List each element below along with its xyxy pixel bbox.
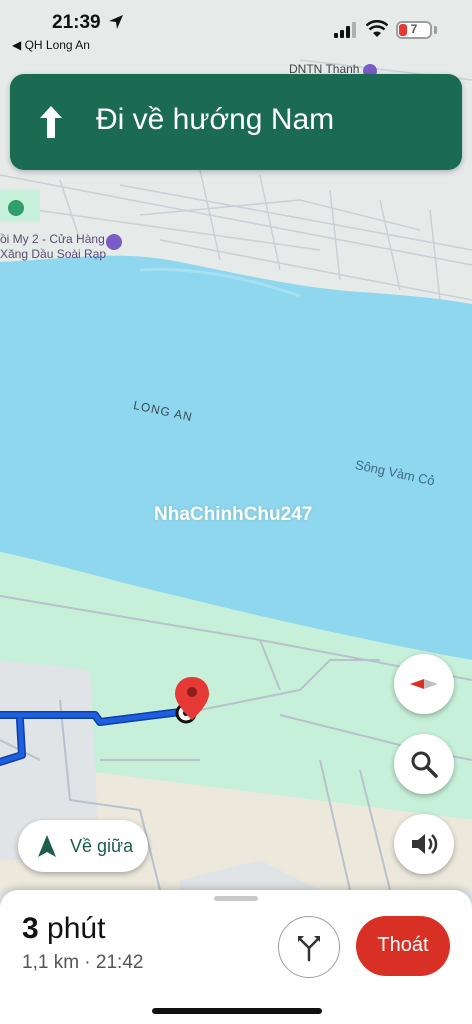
back-to-app-link[interactable]: ◀ QH Long An	[12, 38, 90, 52]
recenter-button[interactable]: Về giữa	[18, 820, 148, 872]
navigation-instruction: Đi về hướng Nam	[96, 103, 335, 136]
location-arrow-icon	[109, 15, 123, 29]
compass-icon	[410, 679, 438, 689]
speaker-icon	[412, 834, 438, 854]
cellular-signal-icon	[334, 22, 356, 38]
search-icon	[411, 751, 438, 778]
trip-summary-sheet[interactable]: 3 phút 1,1 km · 21:42 Thoát	[0, 890, 472, 1024]
poi-label[interactable]: ồi My 2 - Cửa Hàng	[0, 232, 105, 246]
drag-handle[interactable]	[214, 896, 258, 901]
alternate-routes-icon	[298, 936, 320, 962]
duration-value: 3	[22, 912, 39, 945]
wifi-icon	[366, 20, 388, 37]
recenter-label: Về giữa	[70, 836, 134, 856]
battery-level: 7	[410, 22, 418, 36]
search-button[interactable]	[394, 734, 454, 794]
sound-button[interactable]	[394, 814, 454, 874]
poi-label[interactable]: Xăng Dầu Soài Rạp	[0, 247, 106, 261]
watermark: NhaChinhChu247	[154, 504, 313, 525]
arrow-up-icon	[40, 106, 62, 138]
status-time: 21:39	[52, 12, 101, 33]
trip-duration: 3 phút	[22, 912, 105, 946]
status-bar: 21:39 ◀ QH Long An 7	[0, 0, 472, 58]
navigation-arrow-icon	[38, 835, 56, 857]
navigation-instruction-banner[interactable]: Đi về hướng Nam	[10, 74, 462, 170]
alternate-routes-button[interactable]	[278, 916, 340, 978]
trip-distance-arrival: 1,1 km · 21:42	[22, 952, 144, 973]
exit-label: Thoát	[377, 934, 429, 956]
battery-indicator: 7	[396, 21, 432, 39]
exit-navigation-button[interactable]: Thoát	[356, 916, 450, 976]
compass-button[interactable]	[394, 654, 454, 714]
duration-unit: phút	[38, 912, 106, 945]
home-indicator[interactable]	[152, 1008, 322, 1014]
